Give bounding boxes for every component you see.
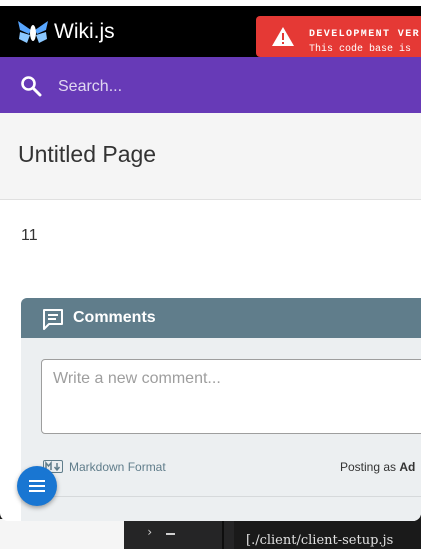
new-comment-input[interactable]	[41, 359, 421, 434]
posting-as-text: Posting as	[340, 460, 397, 474]
warning-icon	[272, 27, 294, 46]
comments-header: Comments	[21, 298, 421, 338]
dev-banner-subtitle: This code base is	[309, 44, 412, 55]
terminal-divider	[222, 519, 224, 549]
dev-banner-title: DEVELOPMENT VER	[309, 29, 421, 40]
comments-section: Comments Markdown Format Posting as Ad	[21, 298, 421, 521]
terminal-output-text: [./client/client-setup.js	[246, 533, 394, 548]
page-header: Untitled Page	[0, 113, 421, 200]
posting-as-label: Posting as Ad	[340, 460, 415, 474]
terminal-cursor	[166, 533, 175, 535]
app-brand-name[interactable]: Wiki.js	[54, 20, 115, 44]
nav-menu-button[interactable]	[17, 466, 57, 506]
wikijs-logo-icon[interactable]	[16, 18, 50, 46]
comments-title: Comments	[73, 309, 156, 326]
wiki-window: Wiki.js DEVELOPMENT VER This code base i…	[0, 0, 421, 521]
markdown-format-label: Markdown Format	[69, 460, 166, 474]
terminal-background: › [./client/client-setup.js	[0, 519, 421, 549]
search-bar	[0, 57, 421, 113]
terminal-left-pane	[0, 519, 124, 549]
terminal-mid-pane	[124, 519, 234, 549]
comments-divider	[41, 496, 421, 497]
search-input[interactable]	[56, 73, 390, 101]
development-version-banner: DEVELOPMENT VER This code base is	[256, 16, 421, 57]
app-header: Wiki.js DEVELOPMENT VER This code base i…	[0, 6, 421, 57]
page-content-text: 11	[21, 227, 38, 244]
menu-icon	[29, 480, 45, 492]
comment-icon	[43, 309, 63, 330]
posting-as-user: Ad	[399, 460, 416, 474]
page-title: Untitled Page	[18, 141, 157, 167]
search-icon	[21, 76, 42, 97]
chevron-right-icon: ›	[146, 525, 154, 539]
